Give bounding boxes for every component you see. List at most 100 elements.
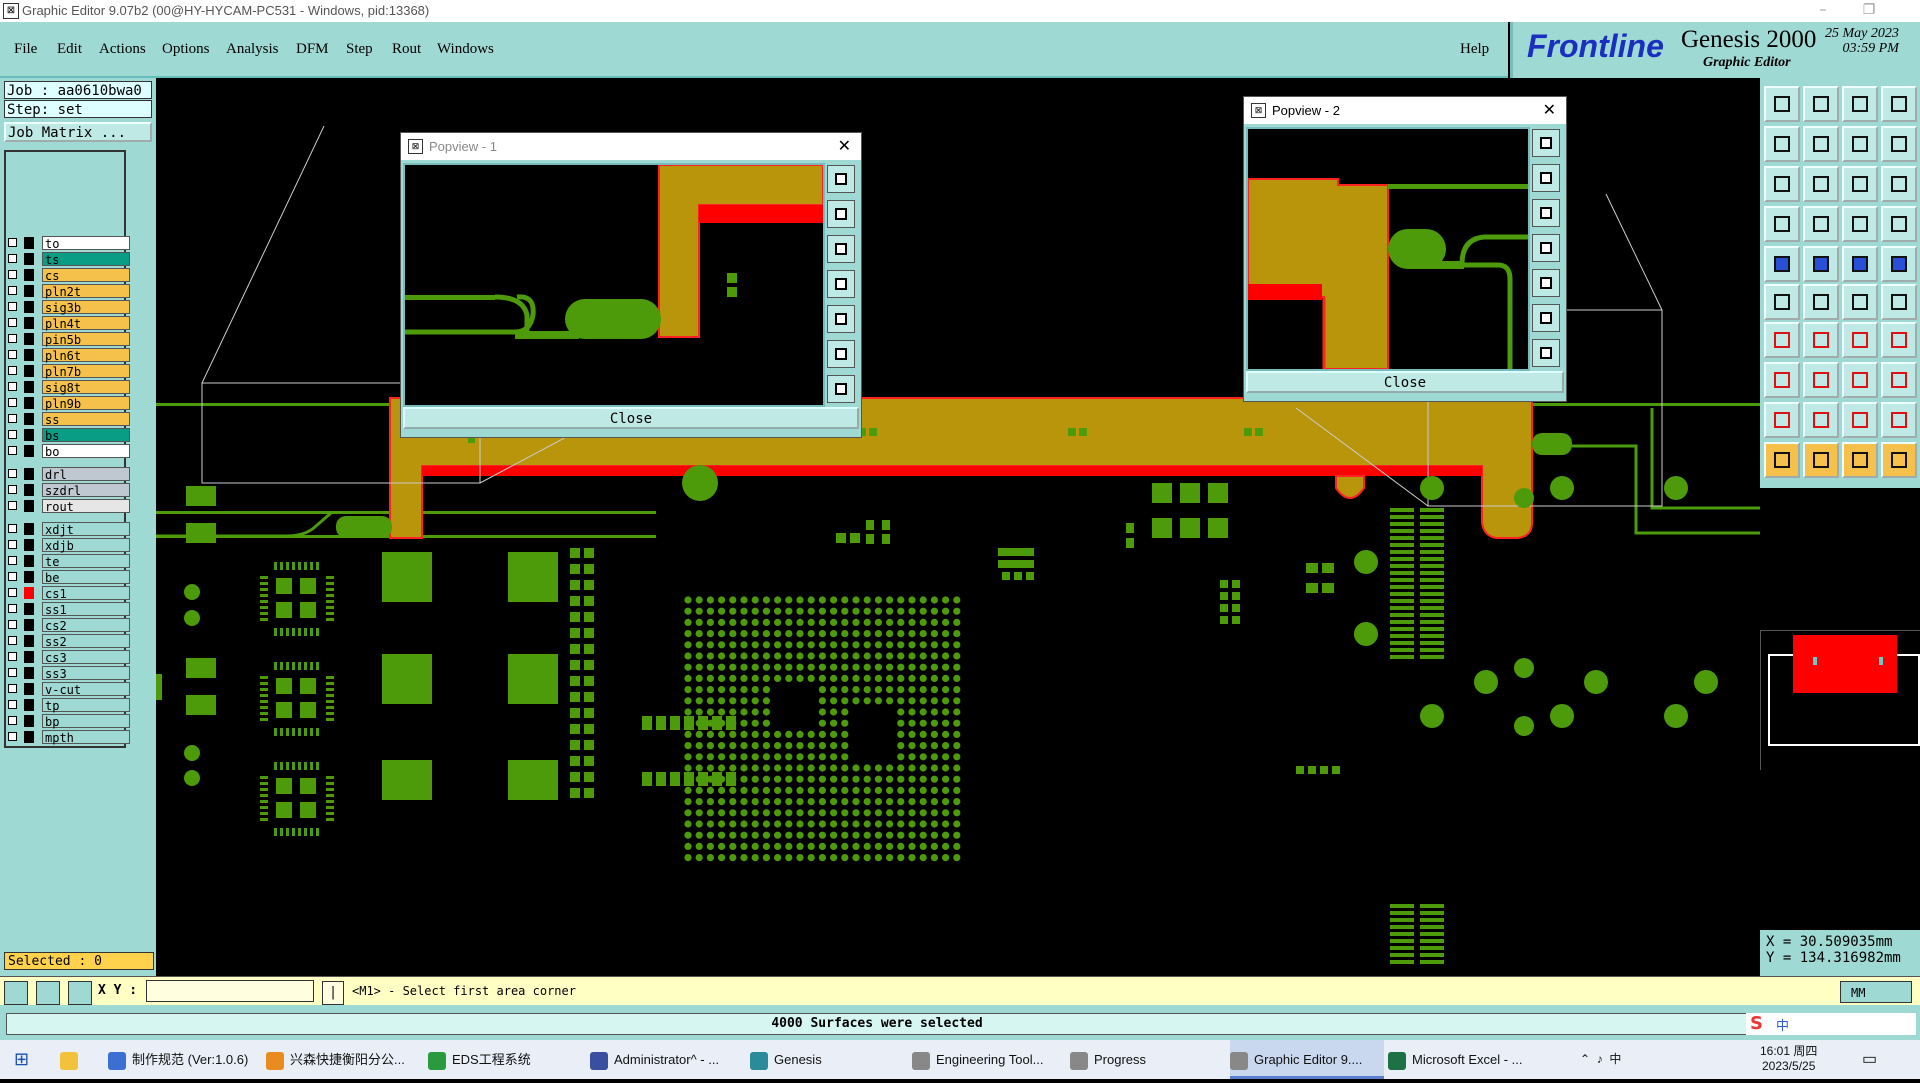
- layer-name[interactable]: cs: [42, 268, 130, 283]
- layer-row-be[interactable]: be: [8, 570, 130, 585]
- layer-color-swatch[interactable]: [24, 667, 34, 679]
- route-select-icon[interactable]: [1881, 442, 1917, 478]
- layer-row-pln9b[interactable]: pln9b: [8, 396, 130, 411]
- popview-pan-right-icon[interactable]: [827, 305, 855, 333]
- cross-icon[interactable]: [1803, 284, 1839, 320]
- layer-name[interactable]: pln2t: [42, 284, 130, 299]
- layer-name[interactable]: te: [42, 554, 130, 569]
- layer-checkbox[interactable]: [8, 652, 17, 661]
- layer-checkbox[interactable]: [8, 636, 17, 645]
- popview-pan-left-icon[interactable]: [1532, 234, 1560, 262]
- taskbar-item[interactable]: Administrator^ - ...: [590, 1040, 744, 1079]
- layer-color-swatch[interactable]: [24, 635, 34, 647]
- layer-checkbox[interactable]: [8, 588, 17, 597]
- close-icon[interactable]: ✕: [1543, 100, 1556, 119]
- layer-checkbox[interactable]: [8, 382, 17, 391]
- dot-icon[interactable]: [1881, 246, 1917, 282]
- layer-color-swatch[interactable]: [24, 571, 34, 583]
- text-icon[interactable]: [1803, 402, 1839, 438]
- sketch-icon[interactable]: [1881, 402, 1917, 438]
- layer-checkbox[interactable]: [8, 732, 17, 741]
- measure-tool-icon[interactable]: [36, 981, 60, 1005]
- menu-windows[interactable]: Windows: [437, 41, 494, 58]
- menu-actions[interactable]: Actions: [99, 41, 146, 58]
- layer-name[interactable]: sig8t: [42, 380, 130, 395]
- snapshot-icon[interactable]: [1764, 86, 1800, 122]
- layer-checkbox[interactable]: [8, 446, 17, 455]
- layer-row-sig8t[interactable]: sig8t: [8, 380, 130, 395]
- layer-row-bp[interactable]: bp: [8, 714, 130, 729]
- layer-color-swatch[interactable]: [24, 445, 34, 457]
- layer-row-pln4t[interactable]: pln4t: [8, 316, 130, 331]
- layer-checkbox[interactable]: [8, 350, 17, 359]
- layer-name[interactable]: xdjt: [42, 522, 130, 537]
- add-pad-icon[interactable]: [1764, 362, 1800, 398]
- layer-row-cs[interactable]: cs: [8, 268, 130, 283]
- layer-checkbox[interactable]: [8, 430, 17, 439]
- layer-name[interactable]: pln6t: [42, 348, 130, 363]
- layer-color-swatch[interactable]: [24, 619, 34, 631]
- layer-color-swatch[interactable]: [24, 349, 34, 361]
- popview-zoom-icon[interactable]: [1532, 129, 1560, 157]
- layer-row-rout[interactable]: rout: [8, 499, 130, 514]
- menu-file[interactable]: File: [14, 41, 37, 58]
- layer-row-bo[interactable]: bo: [8, 444, 130, 459]
- menu-rout[interactable]: Rout: [392, 41, 421, 58]
- one-to-one-icon[interactable]: [1842, 166, 1878, 202]
- popview-2-close-button[interactable]: Close: [1246, 371, 1564, 393]
- popview-fit-icon[interactable]: [827, 340, 855, 368]
- pad-icon[interactable]: [1764, 246, 1800, 282]
- layer-row-sig3b[interactable]: sig3b: [8, 300, 130, 315]
- layer-color-swatch[interactable]: [24, 587, 34, 599]
- layer-checkbox[interactable]: [8, 286, 17, 295]
- layer-checkbox[interactable]: [8, 572, 17, 581]
- layer-name[interactable]: pln4t: [42, 316, 130, 331]
- close-icon[interactable]: ✕: [838, 136, 851, 155]
- layer-icon[interactable]: [1881, 206, 1917, 242]
- shape-icon[interactable]: [1881, 362, 1917, 398]
- sogou-icon[interactable]: S: [1750, 1013, 1763, 1034]
- layer-name[interactable]: ts: [42, 252, 130, 267]
- fanout-icon[interactable]: [1881, 322, 1917, 358]
- layer-color-swatch[interactable]: [24, 715, 34, 727]
- layer-row-cs2[interactable]: cs2: [8, 618, 130, 633]
- job-matrix-button[interactable]: Job Matrix ...: [4, 122, 152, 142]
- layer-name[interactable]: cs1: [42, 586, 130, 601]
- layer-color-swatch[interactable]: [24, 603, 34, 615]
- layer-checkbox[interactable]: [8, 556, 17, 565]
- taskbar-item[interactable]: Graphic Editor 9....: [1230, 1040, 1384, 1079]
- popview-pan-up-icon[interactable]: [827, 200, 855, 228]
- layer-name[interactable]: bp: [42, 714, 130, 729]
- layer-row-xdjt[interactable]: xdjt: [8, 522, 130, 537]
- layer-row-ss3[interactable]: ss3: [8, 666, 130, 681]
- layer-row-cs3[interactable]: cs3: [8, 650, 130, 665]
- layer-name[interactable]: cs2: [42, 618, 130, 633]
- layer-name[interactable]: xdjb: [42, 538, 130, 553]
- popview-pan-down-icon[interactable]: [1532, 199, 1560, 227]
- dimension-icon[interactable]: [1842, 362, 1878, 398]
- mirror-icon[interactable]: [1842, 126, 1878, 162]
- layer-checkbox[interactable]: [8, 684, 17, 693]
- layer-name[interactable]: mpth: [42, 730, 130, 745]
- layer-checkbox[interactable]: [8, 620, 17, 629]
- layer-checkbox[interactable]: [8, 318, 17, 327]
- draw-icon[interactable]: [1764, 322, 1800, 358]
- menu-dfm[interactable]: DFM: [296, 41, 329, 58]
- fit-icon[interactable]: [1764, 166, 1800, 202]
- grid-tool-icon[interactable]: [68, 981, 92, 1005]
- popview-pan-right-icon[interactable]: [1532, 269, 1560, 297]
- layer-name[interactable]: bs: [42, 428, 130, 443]
- layer-color-swatch[interactable]: [24, 333, 34, 345]
- tray-clock[interactable]: 16:01 周四 2023/5/25: [1760, 1040, 1817, 1083]
- scale-icon[interactable]: [1842, 246, 1878, 282]
- grid-icon[interactable]: [1803, 206, 1839, 242]
- layer-color-swatch[interactable]: [24, 413, 34, 425]
- layer-color-swatch[interactable]: [24, 429, 34, 441]
- polygon-icon[interactable]: [1842, 402, 1878, 438]
- taskbar-item[interactable]: 兴森快捷衡阳分公...: [266, 1040, 420, 1079]
- popview-pan-up-icon[interactable]: [1532, 164, 1560, 192]
- popview-pan-left-icon[interactable]: [827, 270, 855, 298]
- units-selector[interactable]: MM: [1840, 981, 1912, 1003]
- menu-step[interactable]: Step: [346, 41, 373, 58]
- tray-ime[interactable]: 中: [1609, 1052, 1621, 1066]
